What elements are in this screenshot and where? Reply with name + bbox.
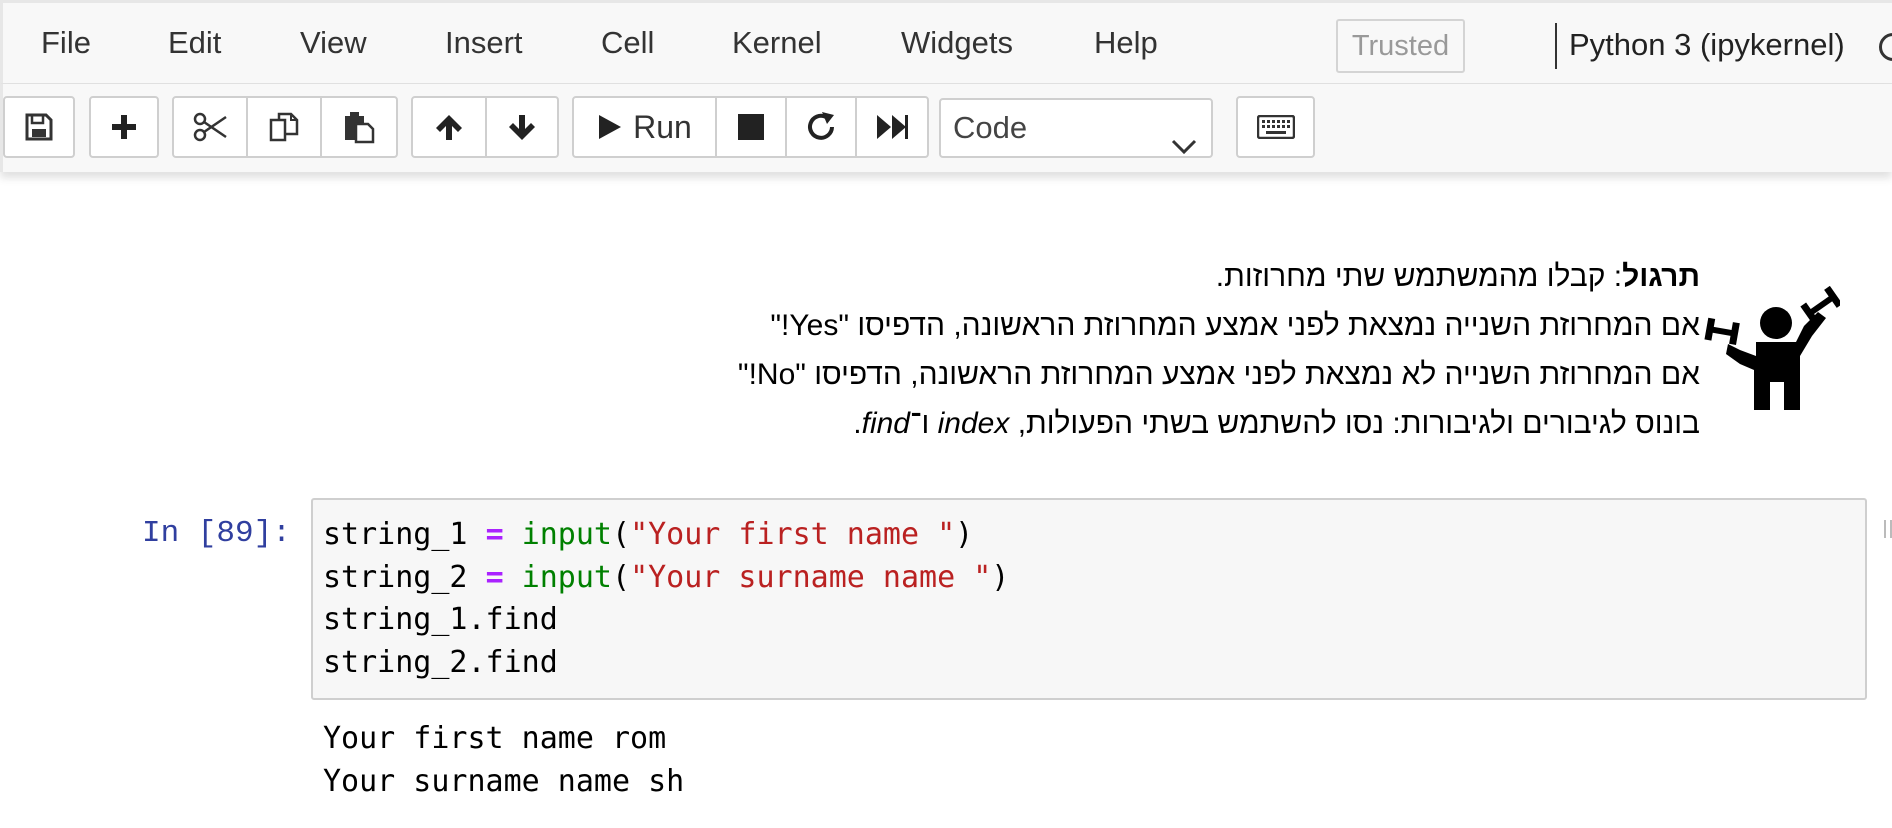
paste-button[interactable] [320,96,398,158]
code-line-1: string_1 = input("Your first name ") [323,517,974,552]
menu-edit[interactable]: Edit [168,23,221,63]
cell-output: Your first name rom Your surname name sh [323,718,684,803]
weightlifter-icon [1704,285,1843,421]
kernel-status-icon [1879,33,1892,61]
code-line-2: string_2 = input("Your surname name ") [323,559,1010,595]
code-operator: = [485,559,504,595]
toolbar: Run Code [0,84,1892,172]
save-button[interactable] [3,96,75,158]
run-button[interactable]: Run [572,96,717,158]
exercise-line: תרגול: קבלו מהמשתמש שתי מחרוזות. [600,252,1700,301]
input-prompt: In [89]: [142,516,291,551]
cell-type-value: Code [953,110,1028,145]
code-cell-input[interactable]: string_1 = input("Your first name ") str… [311,498,1867,700]
copy-icon [267,110,301,144]
plus-icon [110,113,138,141]
move-up-button[interactable] [411,96,487,158]
move-down-button[interactable] [485,96,559,158]
interrupt-button[interactable] [715,96,787,158]
run-button-label: Run [633,108,692,145]
fast-forward-icon [875,113,909,141]
code-string: "Your surname name " [630,559,992,595]
bonus-period: . [853,407,862,440]
markdown-cell[interactable]: תרגול: קבלו מהמשתמש שתי מחרוזות. אם המחר… [600,252,1700,448]
cell-type-select[interactable]: Code [939,98,1213,158]
copy-button[interactable] [246,96,322,158]
save-icon [24,112,54,142]
code-editor[interactable]: string_1 = input("Your first name ") str… [323,514,1009,684]
play-icon [597,113,623,141]
code-builtin: input [521,559,612,595]
bonus-text: בונוס לגיבורים ולגיבורות: נסו להשתמש בשת… [1017,407,1700,440]
menu-kernel[interactable]: Kernel [732,23,822,63]
exercise-heading: תרגול [1622,260,1700,293]
menu-insert[interactable]: Insert [445,23,523,63]
exercise-yes-line: אם המחרוזת השנייה נמצאת לפני אמצע המחרוז… [770,309,1700,342]
restart-icon [805,111,837,143]
code-string: "Your first name " [630,517,956,552]
resize-handle[interactable] [1884,520,1892,538]
bonus-find: find [861,407,910,440]
kernel-separator [1555,23,1557,69]
exercise-no-line: אם המחרוזת השנייה לא נמצאת לפני אמצע המח… [737,358,1700,391]
bonus-index: index [937,407,1010,440]
menu-widgets[interactable]: Widgets [901,23,1013,63]
menu-view[interactable]: View [300,23,367,63]
exercise-intro: : קבלו מהמשתמש שתי מחרוזות. [1215,260,1623,293]
menu-help[interactable]: Help [1094,23,1158,63]
kernel-name[interactable]: Python 3 (ipykernel) [1569,25,1845,65]
code-line-3: string_1.find [323,602,558,637]
arrow-down-icon [507,112,537,142]
exercise-bonus-line: בונוס לגיבורים ולגיבורות: נסו להשתמש בשת… [600,399,1700,448]
chevron-down-icon [1171,118,1197,174]
output-line: Your surname name sh [323,763,685,799]
menubar: File Edit View Insert Cell Kernel Widget… [0,0,1892,84]
restart-button[interactable] [785,96,857,158]
code-builtin: input [521,517,612,552]
output-line: Your first name rom [323,721,667,756]
keyboard-icon [1256,115,1295,139]
run-all-button[interactable] [855,96,929,158]
code-operator: = [485,517,504,552]
cut-button[interactable] [172,96,248,158]
code-variable: string_2 [323,559,468,595]
code-line-4: string_2.find [323,644,558,680]
command-palette-button[interactable] [1236,96,1315,158]
code-variable: string_1 [323,517,468,552]
trusted-indicator[interactable]: Trusted [1336,19,1465,73]
arrow-up-icon [434,112,464,142]
insert-cell-button[interactable] [89,96,159,158]
menu-file[interactable]: File [41,23,91,63]
bonus-and: ו־ [910,407,930,440]
scissors-icon [192,111,228,143]
paste-icon [342,110,376,144]
stop-icon [737,113,765,141]
menu-cell[interactable]: Cell [601,23,654,63]
